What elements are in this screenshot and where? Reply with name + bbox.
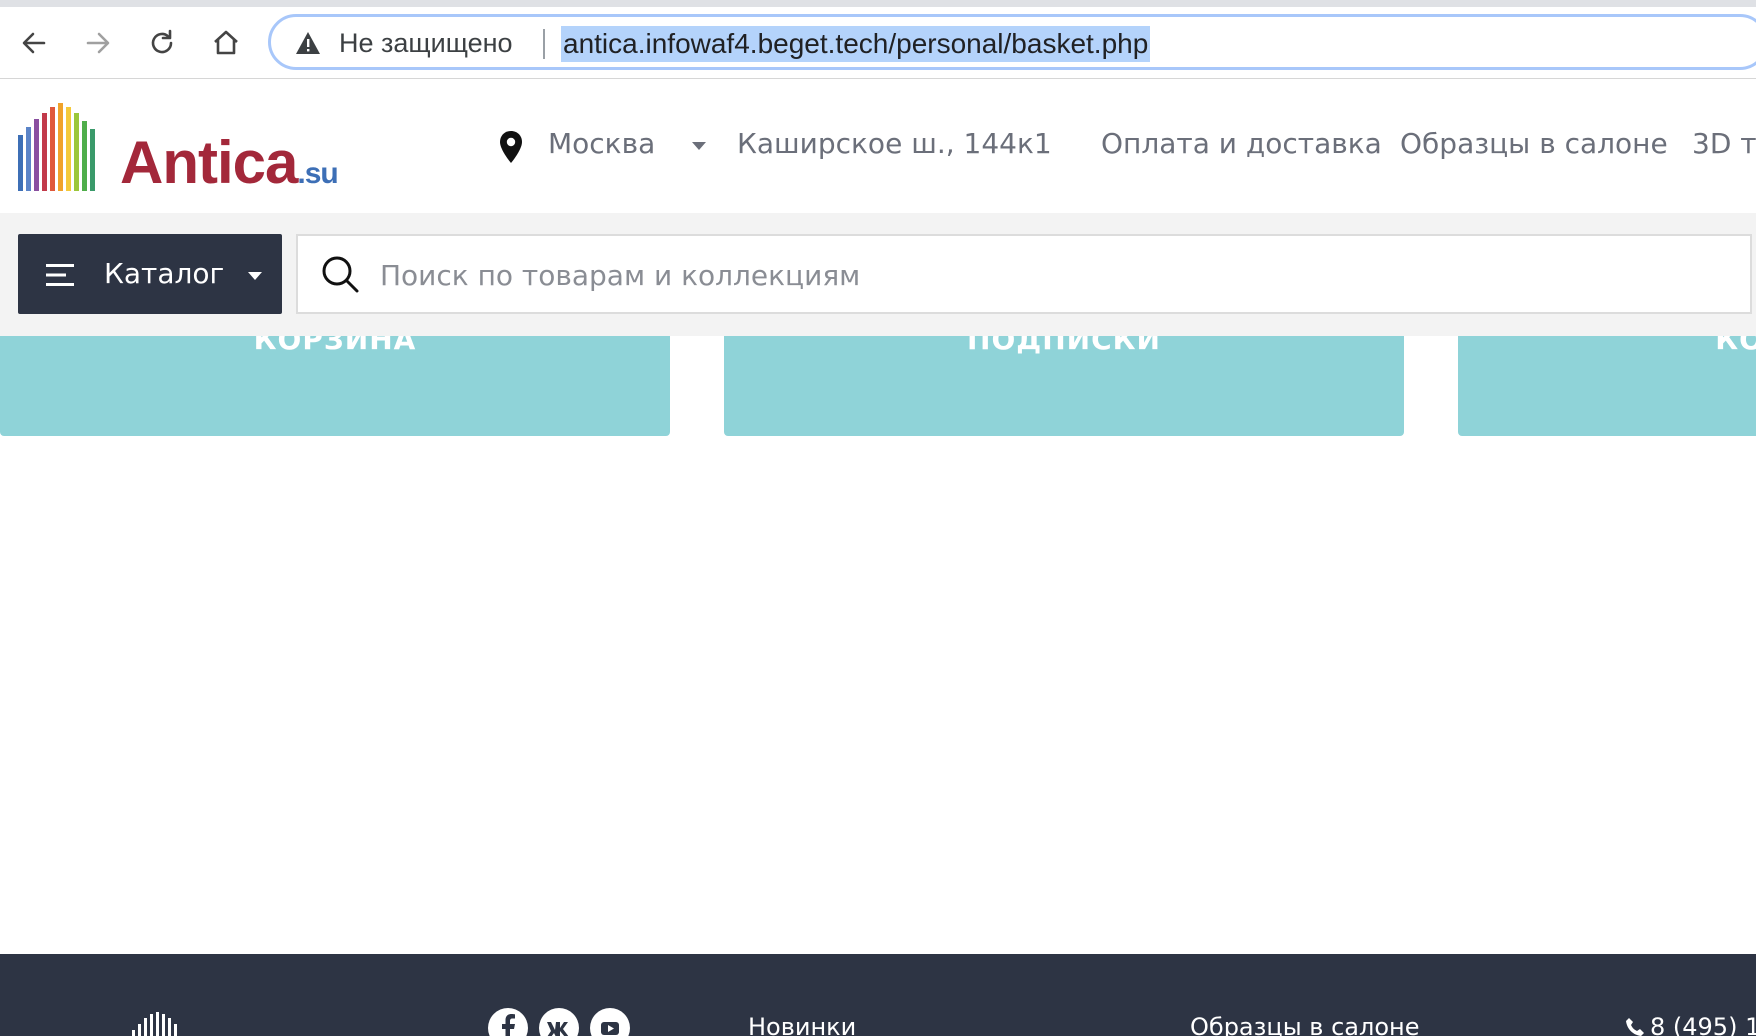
vk-link[interactable]	[539, 1008, 579, 1036]
forward-button[interactable]	[80, 25, 116, 61]
back-button[interactable]	[16, 25, 52, 61]
url-separator	[543, 29, 545, 59]
facebook-icon	[502, 1014, 515, 1036]
search-input[interactable]	[378, 252, 1682, 298]
footer: Новинки Образцы в салоне 8 (495) 1	[0, 954, 1756, 1036]
search-box[interactable]	[296, 234, 1752, 314]
reload-icon	[151, 29, 173, 54]
tile-basket-label: КОРЗИНА	[253, 336, 417, 356]
warning-icon	[296, 32, 320, 54]
catalog-label: Каталог	[104, 257, 225, 290]
tile-subscriptions[interactable]: ПОДПИСКИ	[724, 336, 1404, 436]
home-button[interactable]	[208, 25, 244, 61]
footer-link-samples[interactable]: Образцы в салоне	[1190, 1012, 1419, 1036]
footer-phone[interactable]: 8 (495) 1	[1650, 1012, 1756, 1036]
youtube-icon	[601, 1022, 619, 1035]
nav-3d[interactable]: 3D т	[1692, 126, 1756, 162]
arrow-left-icon	[22, 32, 46, 54]
not-secure-label[interactable]: Не защищено	[339, 28, 513, 59]
nav-payment-delivery[interactable]: Оплата и доставка	[1101, 126, 1382, 162]
tile-third[interactable]: КО	[1458, 336, 1756, 436]
chevron-down-icon[interactable]	[690, 140, 708, 152]
catalog-button[interactable]: Каталог	[18, 234, 282, 314]
address-link[interactable]: Каширское ш., 144к1	[737, 126, 1052, 162]
chevron-down-icon	[248, 272, 262, 280]
youtube-link[interactable]	[590, 1008, 630, 1036]
facebook-link[interactable]	[488, 1008, 528, 1036]
browser-toolbar: Не защищено antica.infowaf4.beget.tech/p…	[0, 0, 1756, 79]
nav-samples[interactable]: Образцы в салоне	[1400, 126, 1668, 162]
location-pin-icon	[500, 131, 522, 163]
home-icon	[214, 30, 238, 55]
tile-third-label: КО	[1715, 336, 1756, 356]
menu-icon	[46, 264, 74, 286]
site-logo[interactable]: Antica.su	[16, 103, 346, 193]
tile-basket[interactable]: КОРЗИНА	[0, 336, 670, 436]
arrow-right-icon	[86, 32, 110, 54]
logo-bars-icon	[18, 103, 95, 191]
url-text[interactable]: antica.infowaf4.beget.tech/personal/bask…	[561, 26, 1151, 62]
tile-subscriptions-label: ПОДПИСКИ	[967, 336, 1161, 356]
logo-suffix: .su	[297, 157, 338, 190]
reload-button[interactable]	[144, 25, 180, 61]
logo-text: Antica.su	[120, 129, 339, 196]
footer-logo-icon[interactable]	[128, 1004, 208, 1036]
footer-link-new[interactable]: Новинки	[748, 1012, 856, 1036]
phone-icon	[1626, 1018, 1644, 1036]
vk-icon	[547, 1022, 569, 1036]
address-bar[interactable]: Не защищено antica.infowaf4.beget.tech/p…	[268, 14, 1756, 70]
city-selector[interactable]: Москва	[548, 126, 655, 162]
search-icon[interactable]	[320, 254, 360, 294]
